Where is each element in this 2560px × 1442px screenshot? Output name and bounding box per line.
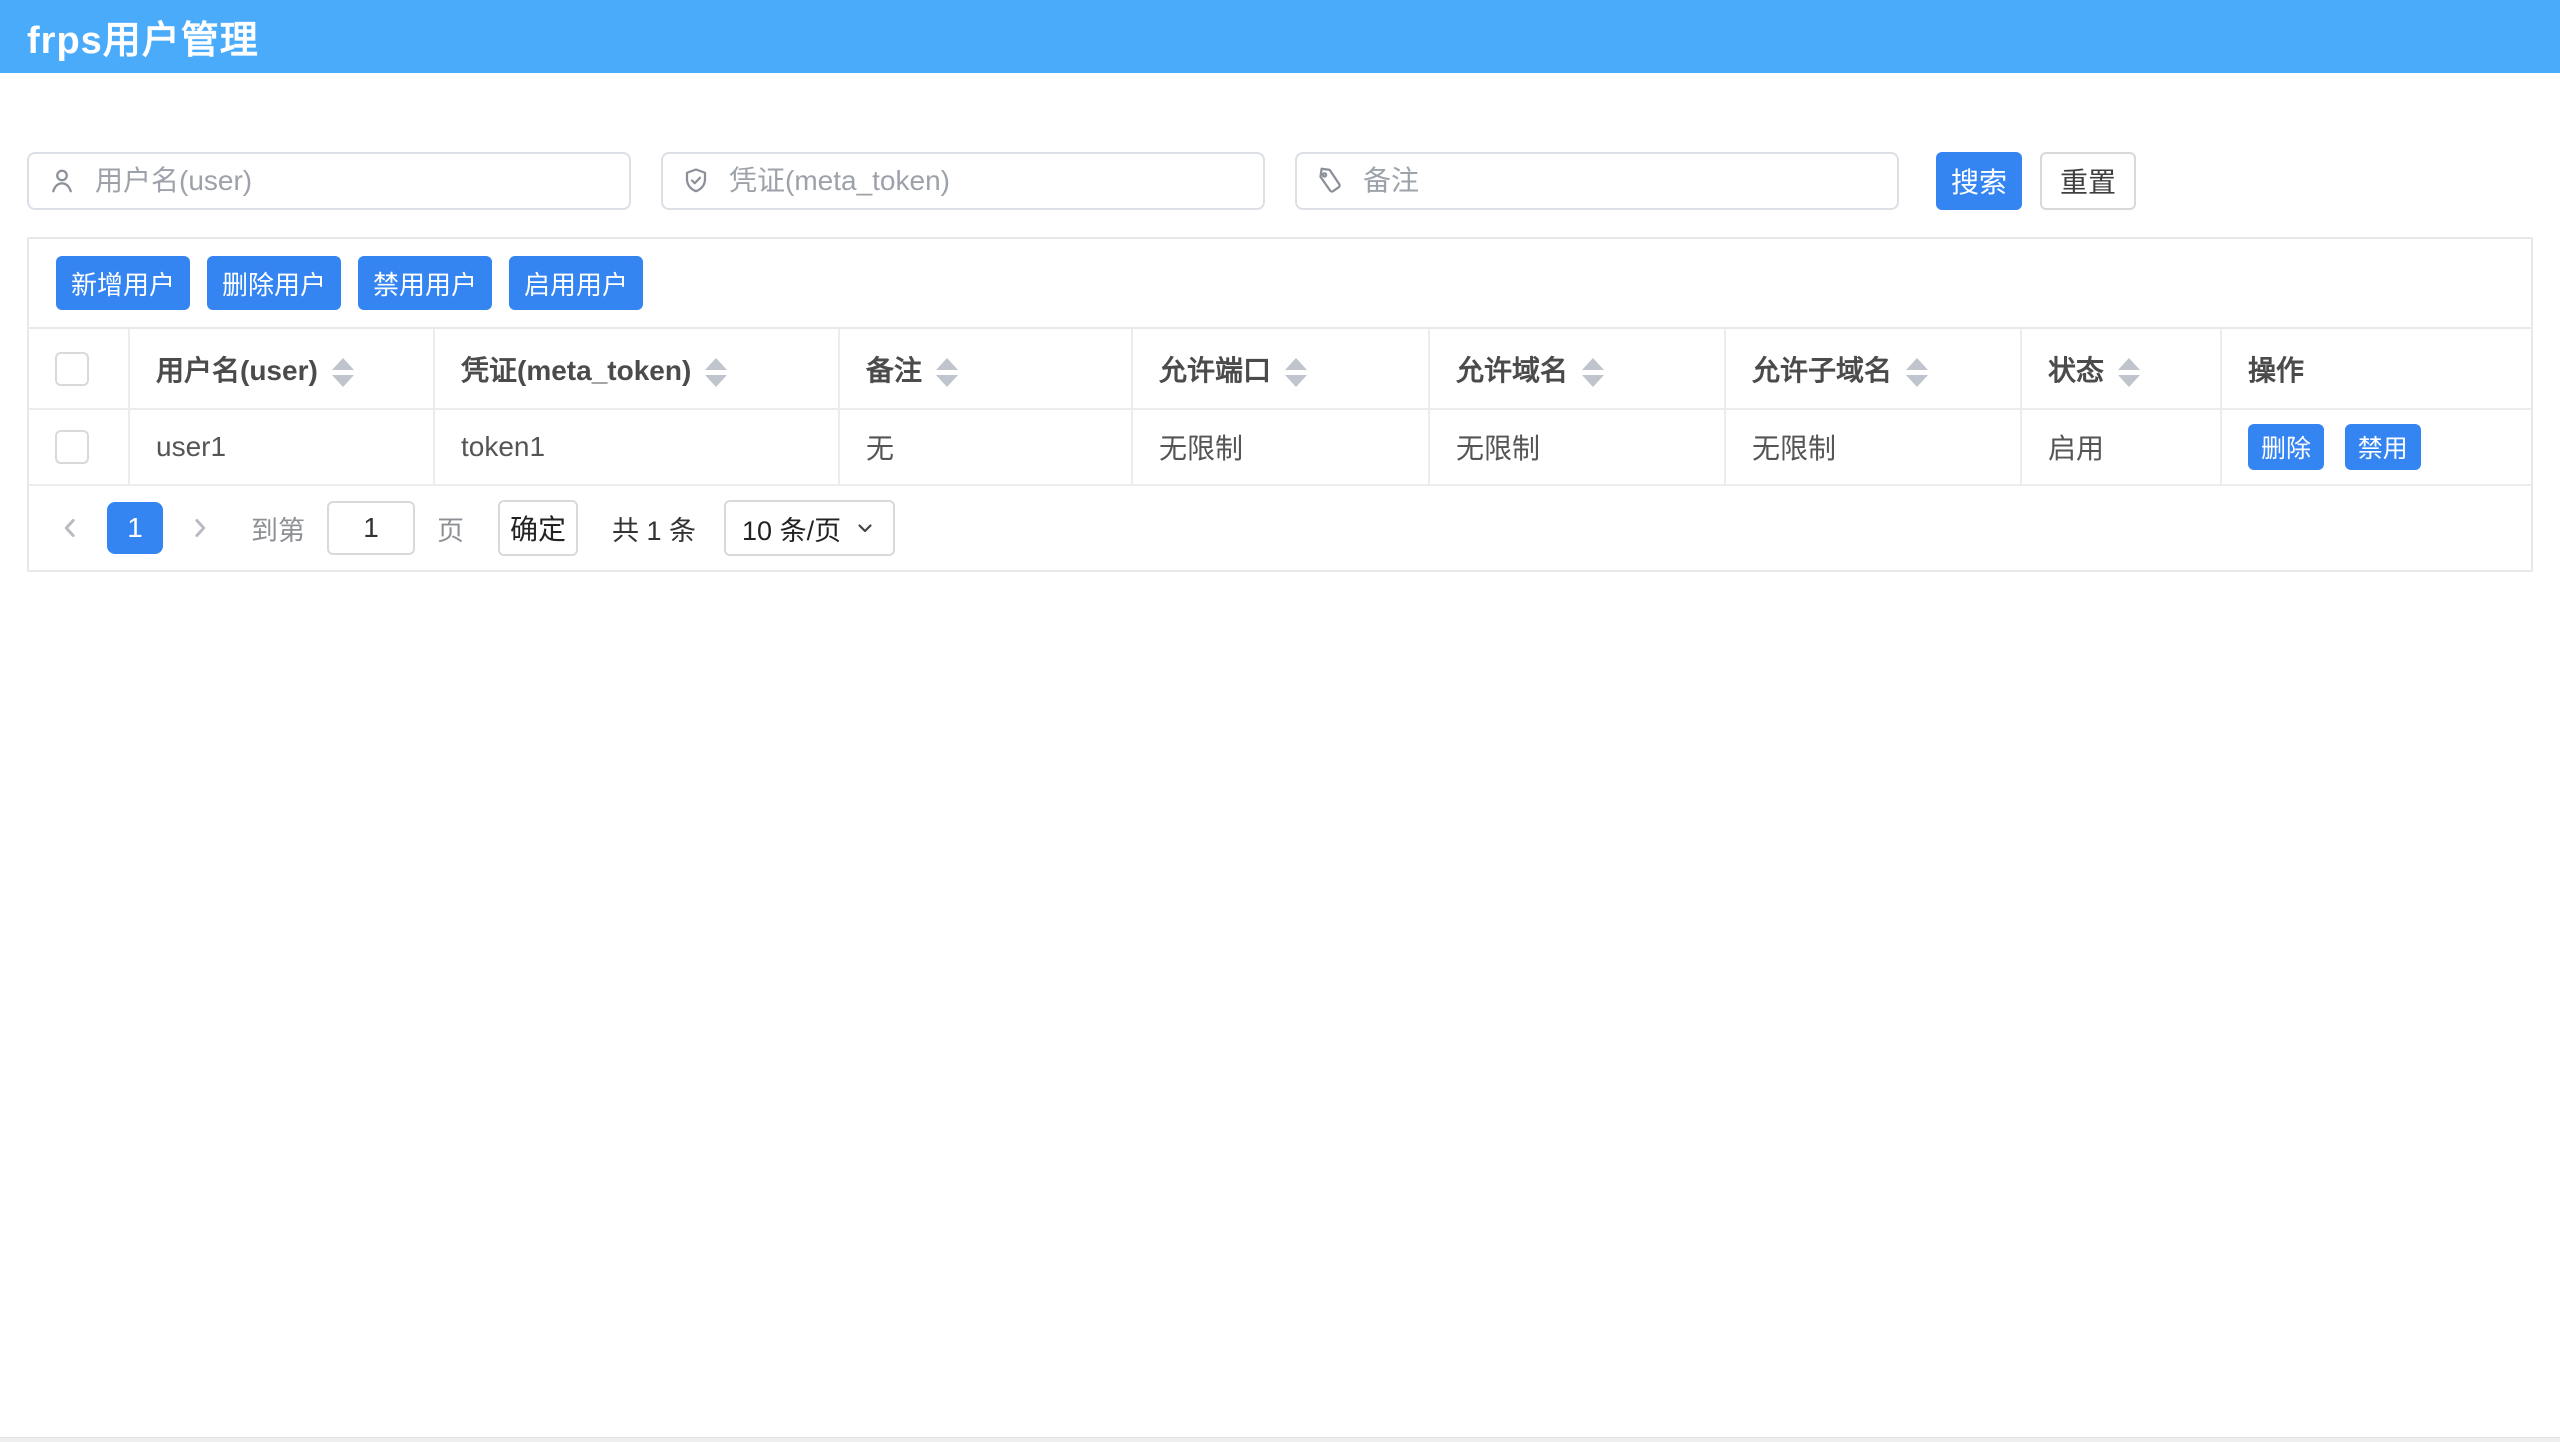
column-header-token: 凭证(meta_token) <box>434 329 839 409</box>
disable-users-button[interactable]: 禁用用户 <box>358 256 492 310</box>
cell-user: user1 <box>129 409 434 485</box>
goto-page-suffix-label: 页 <box>437 509 464 548</box>
total-count-label: 共 1 条 <box>612 509 696 548</box>
app-header: frps用户管理 <box>0 0 2560 73</box>
token-field-wrapper[interactable] <box>661 152 1265 210</box>
next-page-button[interactable] <box>185 513 215 543</box>
footer-divider <box>0 1437 2560 1442</box>
page-title: frps用户管理 <box>27 9 259 64</box>
column-header-allow-subdomains: 允许子域名 <box>1725 329 2021 409</box>
tag-icon <box>1315 166 1345 196</box>
column-header-actions: 操作 <box>2221 329 2531 409</box>
user-table-panel: 新增用户 删除用户 禁用用户 启用用户 用户名(user) 凭证(meta_to… <box>27 237 2533 572</box>
column-header-status: 状态 <box>2021 329 2221 409</box>
select-all-checkbox[interactable] <box>55 352 89 386</box>
cell-actions: 删除 禁用 <box>2221 409 2531 485</box>
shield-check-icon <box>681 166 711 196</box>
cell-allow-domains: 无限制 <box>1429 409 1725 485</box>
column-header-allow-ports: 允许端口 <box>1132 329 1429 409</box>
note-field-wrapper[interactable] <box>1295 152 1899 210</box>
goto-page-input[interactable] <box>327 501 415 555</box>
token-input[interactable] <box>727 156 1245 206</box>
sort-icon[interactable] <box>1582 358 1604 387</box>
column-header-allow-domains: 允许域名 <box>1429 329 1725 409</box>
username-field-wrapper[interactable] <box>27 152 631 210</box>
row-checkbox[interactable] <box>55 430 89 464</box>
sort-icon[interactable] <box>936 358 958 387</box>
enable-users-button[interactable]: 启用用户 <box>509 256 643 310</box>
cell-note: 无 <box>839 409 1132 485</box>
search-button[interactable]: 搜索 <box>1936 152 2022 210</box>
pagination: 1 到第 页 确定 共 1 条 10 条/页 <box>29 486 2531 570</box>
chevron-down-icon <box>853 516 877 540</box>
table-header-row: 用户名(user) 凭证(meta_token) 备注 允许端口 允许域名 允许… <box>29 329 2531 409</box>
row-checkbox-cell <box>29 409 129 485</box>
prev-page-button[interactable] <box>55 513 85 543</box>
add-user-button[interactable]: 新增用户 <box>56 256 190 310</box>
goto-confirm-button[interactable]: 确定 <box>498 500 578 556</box>
users-table: 用户名(user) 凭证(meta_token) 备注 允许端口 允许域名 允许… <box>29 329 2531 486</box>
sort-icon[interactable] <box>332 358 354 387</box>
cell-token: token1 <box>434 409 839 485</box>
row-delete-button[interactable]: 删除 <box>2248 424 2324 470</box>
reset-button[interactable]: 重置 <box>2040 152 2136 210</box>
page-size-value: 10 条/页 <box>742 509 841 548</box>
page-number-button[interactable]: 1 <box>107 502 163 554</box>
chevron-right-icon <box>185 513 215 543</box>
username-input[interactable] <box>93 156 611 206</box>
column-header-note: 备注 <box>839 329 1132 409</box>
cell-allow-subdomains: 无限制 <box>1725 409 2021 485</box>
header-checkbox-cell <box>29 329 129 409</box>
sort-icon[interactable] <box>1906 358 1928 387</box>
delete-users-button[interactable]: 删除用户 <box>207 256 341 310</box>
user-icon <box>47 166 77 196</box>
cell-status: 启用 <box>2021 409 2221 485</box>
page-size-select[interactable]: 10 条/页 <box>724 500 895 556</box>
search-bar: 搜索 重置 <box>27 152 2533 210</box>
table-toolbar: 新增用户 删除用户 禁用用户 启用用户 <box>29 239 2531 329</box>
sort-icon[interactable] <box>1285 358 1307 387</box>
sort-icon[interactable] <box>2118 358 2140 387</box>
chevron-left-icon <box>55 513 85 543</box>
note-input[interactable] <box>1361 156 1879 206</box>
goto-page-prefix-label: 到第 <box>251 509 305 548</box>
column-header-user: 用户名(user) <box>129 329 434 409</box>
sort-icon[interactable] <box>705 358 727 387</box>
table-row: user1 token1 无 无限制 无限制 无限制 启用 删除 禁用 <box>29 409 2531 485</box>
row-disable-button[interactable]: 禁用 <box>2345 424 2421 470</box>
cell-allow-ports: 无限制 <box>1132 409 1429 485</box>
